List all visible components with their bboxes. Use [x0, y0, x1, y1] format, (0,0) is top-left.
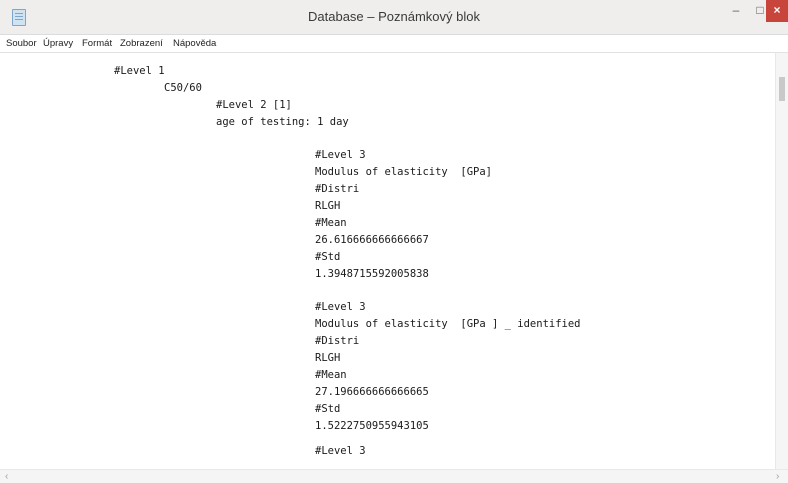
- text-line: #Distri: [315, 335, 360, 347]
- text-line: RLGH: [315, 200, 341, 212]
- text-line: #Mean: [315, 217, 347, 229]
- text-line: #Level 3: [315, 445, 366, 457]
- menu-bar: Soubor Úpravy Formát Zobrazení Nápověda: [0, 35, 788, 53]
- text-line: Modulus of elasticity [GPa]: [315, 166, 493, 178]
- window-title: Database – Poznámkový blok: [308, 9, 480, 24]
- text-line: #Mean: [315, 369, 347, 381]
- text-line: 27.196666666666665: [315, 386, 429, 398]
- menu-file[interactable]: Soubor: [6, 38, 37, 49]
- text-line: #Std: [315, 251, 341, 263]
- menu-help[interactable]: Nápověda: [173, 38, 216, 49]
- text-line: age of testing: 1 day: [216, 116, 349, 128]
- text-line: Modulus of elasticity [GPa ] _ identifie…: [315, 318, 581, 330]
- text-line: RLGH: [315, 352, 341, 364]
- vertical-scroll-thumb[interactable]: [779, 77, 785, 101]
- text-line: 1.5222750955943105: [315, 420, 429, 432]
- text-line: #Std: [315, 403, 341, 415]
- scroll-left-icon[interactable]: ‹: [5, 471, 8, 482]
- text-area[interactable]: #Level 1 C50/60 #Level 2 [1] age of test…: [4, 53, 770, 469]
- text-line: #Level 1: [114, 65, 165, 77]
- horizontal-scrollbar[interactable]: ‹ ›: [0, 469, 788, 483]
- scroll-right-icon[interactable]: ›: [776, 471, 779, 482]
- text-line: #Level 2 [1]: [216, 99, 292, 111]
- text-line: 1.3948715592005838: [315, 268, 429, 280]
- text-line: 26.616666666666667: [315, 234, 429, 246]
- close-button[interactable]: ×: [766, 0, 788, 22]
- text-line: #Level 3: [315, 301, 366, 313]
- menu-edit[interactable]: Úpravy: [43, 38, 73, 49]
- menu-view[interactable]: Zobrazení: [120, 38, 163, 49]
- vertical-scrollbar[interactable]: [775, 53, 788, 469]
- text-line: #Distri: [315, 183, 360, 195]
- title-bar: Database – Poznámkový blok – □ ×: [0, 0, 788, 35]
- text-line: C50/60: [164, 82, 202, 94]
- text-line: #Level 3: [315, 149, 366, 161]
- menu-format[interactable]: Formát: [82, 38, 112, 49]
- minimize-button[interactable]: –: [724, 0, 748, 22]
